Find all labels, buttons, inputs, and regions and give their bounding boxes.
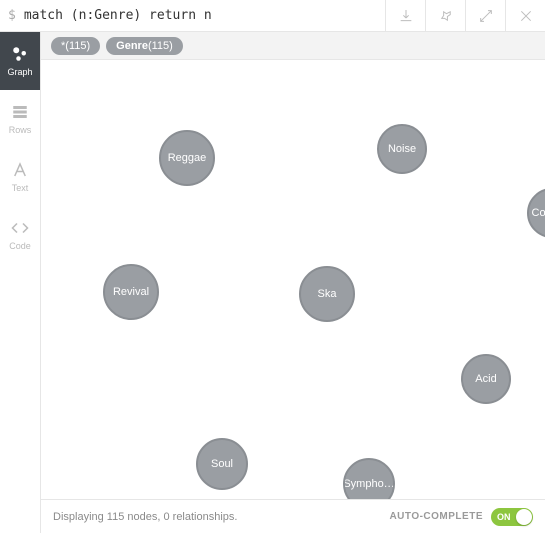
- graph-node-label: Comedy: [532, 207, 545, 219]
- graph-icon: [11, 45, 29, 63]
- tab-text[interactable]: Text: [0, 148, 40, 206]
- pill-all-count: (115): [65, 40, 90, 52]
- text-icon: [11, 161, 29, 179]
- tab-code[interactable]: Code: [0, 206, 40, 264]
- tab-graph[interactable]: Graph: [0, 32, 40, 90]
- graph-node-label: Revival: [113, 286, 149, 298]
- tab-code-label: Code: [9, 241, 31, 251]
- graph-node[interactable]: Comedy: [527, 188, 545, 238]
- toggle-knob: [516, 509, 532, 525]
- tab-rows-label: Rows: [9, 125, 32, 135]
- legend-pill-genre[interactable]: Genre(115): [106, 37, 183, 55]
- view-tabs: Graph Rows Text Code: [0, 32, 40, 533]
- pin-icon: [438, 8, 454, 24]
- query-input[interactable]: [24, 8, 377, 23]
- expand-icon: [478, 8, 494, 24]
- tab-graph-label: Graph: [7, 67, 32, 77]
- query-bar: $: [0, 0, 545, 32]
- legend-bar: *(115) Genre(115): [41, 32, 545, 60]
- legend-pill-all[interactable]: *(115): [51, 37, 100, 55]
- autocomplete-label: AUTO-COMPLETE: [389, 511, 483, 522]
- graph-node[interactable]: Reggae: [159, 130, 215, 186]
- top-actions: [385, 0, 545, 31]
- graph-node[interactable]: Ska: [299, 266, 355, 322]
- graph-node-label: Ska: [318, 288, 337, 300]
- pin-button[interactable]: [425, 0, 465, 32]
- query-prompt: $: [0, 0, 385, 31]
- status-text: Displaying 115 nodes, 0 relationships.: [53, 511, 389, 523]
- main-area: Graph Rows Text Code *(115) Genre(115) R…: [0, 32, 545, 533]
- tab-text-label: Text: [12, 183, 29, 193]
- rows-icon: [11, 103, 29, 121]
- prompt-sigil: $: [8, 8, 16, 23]
- graph-node-label: Sympho…: [343, 478, 394, 490]
- graph-node-label: Reggae: [168, 152, 207, 164]
- graph-node-label: Soul: [211, 458, 233, 470]
- download-button[interactable]: [385, 0, 425, 32]
- graph-node-label: Acid: [475, 373, 496, 385]
- code-icon: [11, 219, 29, 237]
- pill-genre-count: (115): [148, 40, 173, 52]
- close-icon: [518, 8, 534, 24]
- graph-node[interactable]: Acid: [461, 354, 511, 404]
- autocomplete-toggle[interactable]: ON: [491, 508, 533, 526]
- graph-node[interactable]: Noise: [377, 124, 427, 174]
- toggle-on-text: ON: [497, 512, 511, 522]
- expand-button[interactable]: [465, 0, 505, 32]
- graph-node[interactable]: Sympho…: [343, 458, 395, 499]
- tab-rows[interactable]: Rows: [0, 90, 40, 148]
- download-icon: [398, 8, 414, 24]
- graph-node-label: Noise: [388, 143, 416, 155]
- content-pane: *(115) Genre(115) ReggaeNoiseComedyReviv…: [40, 32, 545, 533]
- graph-canvas[interactable]: Reggae Noise Comedy Revival Ska Acid Soul Symph…: [41, 60, 545, 499]
- graph-node[interactable]: Revival: [103, 264, 159, 320]
- pill-genre-name: Genre: [116, 40, 148, 52]
- graph-node[interactable]: Soul: [196, 438, 248, 490]
- close-button[interactable]: [505, 0, 545, 32]
- footer-bar: Displaying 115 nodes, 0 relationships. A…: [41, 499, 545, 533]
